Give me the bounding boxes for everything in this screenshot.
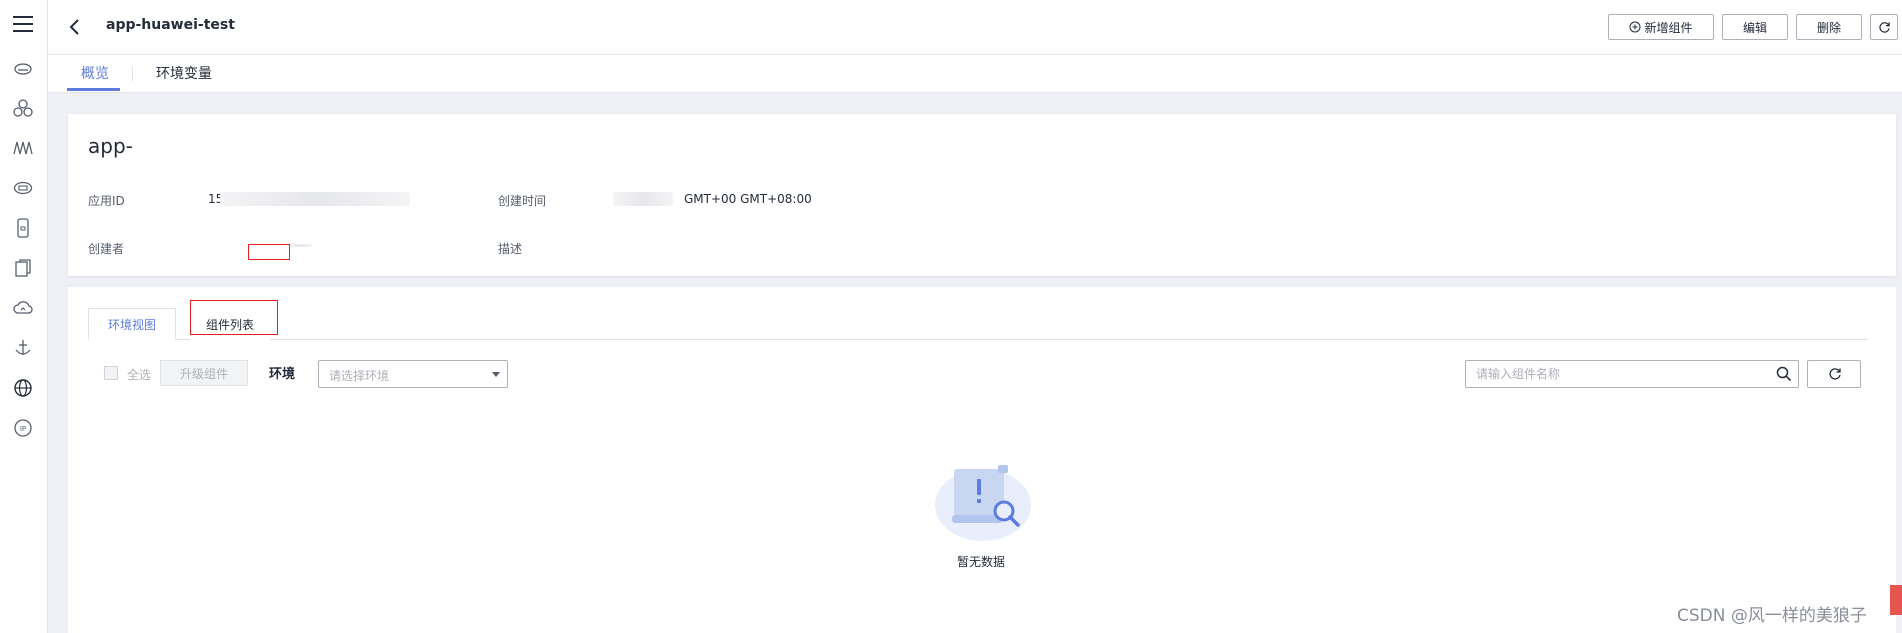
environment-label: 环境 bbox=[269, 367, 296, 382]
page-tabs: 概览 环境变量 bbox=[48, 55, 1902, 93]
edit-label: 编辑 bbox=[1742, 20, 1767, 35]
sub-tabs-baseline bbox=[88, 339, 1868, 340]
cloud-sync-icon[interactable] bbox=[13, 298, 33, 318]
upgrade-component-button[interactable]: 升级组件 bbox=[160, 360, 248, 386]
component-search bbox=[1465, 360, 1799, 388]
refresh-icon bbox=[1878, 21, 1890, 33]
device-icon[interactable] bbox=[13, 218, 33, 238]
component-list-highlight-box bbox=[190, 300, 278, 335]
dropdown-caret-icon bbox=[492, 372, 500, 377]
back-arrow-icon[interactable] bbox=[66, 16, 84, 38]
created-time-label: 创建时间 bbox=[498, 194, 547, 208]
ip-icon[interactable]: IP bbox=[13, 418, 33, 438]
app-name: app- bbox=[88, 134, 133, 158]
search-icon[interactable] bbox=[1776, 366, 1792, 382]
document-icon[interactable] bbox=[13, 258, 33, 278]
delete-label: 删除 bbox=[1816, 20, 1841, 35]
empty-data-text: 暂无数据 bbox=[957, 555, 1006, 569]
select-all-label: 全选 bbox=[127, 368, 152, 382]
cloud-server-icon[interactable] bbox=[13, 178, 33, 198]
app-title: app-huawei-test bbox=[106, 17, 235, 33]
components-card: 环境视图 组件列表 全选 升级组件 环境 请选择环境 暂无数据 bbox=[68, 287, 1896, 633]
overview-card: app- 应用ID 15 创建时间 GMT+00 GMT+08:00 创建者 描… bbox=[68, 114, 1896, 276]
globe-icon[interactable] bbox=[13, 378, 33, 398]
creator-label: 创建者 bbox=[88, 242, 125, 256]
app-id-label: 应用ID bbox=[88, 194, 125, 208]
cluster-icon[interactable] bbox=[13, 98, 33, 118]
add-component-button[interactable]: 新增组件 bbox=[1608, 14, 1714, 40]
corner-badge[interactable] bbox=[1890, 585, 1902, 615]
edit-button[interactable]: 编辑 bbox=[1722, 14, 1788, 40]
anchor-icon[interactable] bbox=[13, 338, 33, 358]
plus-circle-icon bbox=[1629, 21, 1641, 33]
menu-icon[interactable] bbox=[13, 15, 33, 33]
select-all-checkbox[interactable] bbox=[104, 366, 118, 380]
refresh-icon bbox=[1829, 368, 1841, 380]
watermark-text: CSDN @风一样的美狼子 bbox=[1677, 606, 1867, 626]
left-nav: IP bbox=[0, 0, 48, 633]
empty-data-illustration bbox=[935, 465, 1031, 541]
environment-placeholder: 请选择环境 bbox=[329, 369, 390, 383]
refresh-button[interactable] bbox=[1870, 14, 1898, 40]
cloud-icon[interactable] bbox=[13, 58, 33, 78]
tab-overview[interactable]: 概览 bbox=[81, 63, 109, 83]
active-tab-indicator bbox=[67, 88, 120, 91]
redacted-created-time bbox=[613, 192, 673, 206]
tab-env-variables[interactable]: 环境变量 bbox=[156, 63, 212, 83]
add-component-label: 新增组件 bbox=[1644, 20, 1693, 35]
tab-divider bbox=[132, 67, 133, 81]
wave-icon[interactable] bbox=[13, 138, 33, 158]
top-bar: app-huawei-test 新增组件 编辑 删除 bbox=[48, 0, 1902, 55]
created-time-value: GMT+00 GMT+08:00 bbox=[684, 192, 812, 206]
component-refresh-button[interactable] bbox=[1807, 360, 1861, 388]
component-search-input[interactable] bbox=[1466, 361, 1766, 387]
redacted-app-id bbox=[220, 192, 410, 206]
redacted-creator bbox=[290, 244, 312, 247]
svg-text:IP: IP bbox=[20, 425, 26, 433]
description-label: 描述 bbox=[498, 242, 523, 256]
tab-environment-view[interactable]: 环境视图 bbox=[88, 308, 176, 340]
environment-select[interactable]: 请选择环境 bbox=[318, 360, 508, 388]
delete-button[interactable]: 删除 bbox=[1796, 14, 1862, 40]
creator-highlight-box bbox=[248, 244, 290, 260]
